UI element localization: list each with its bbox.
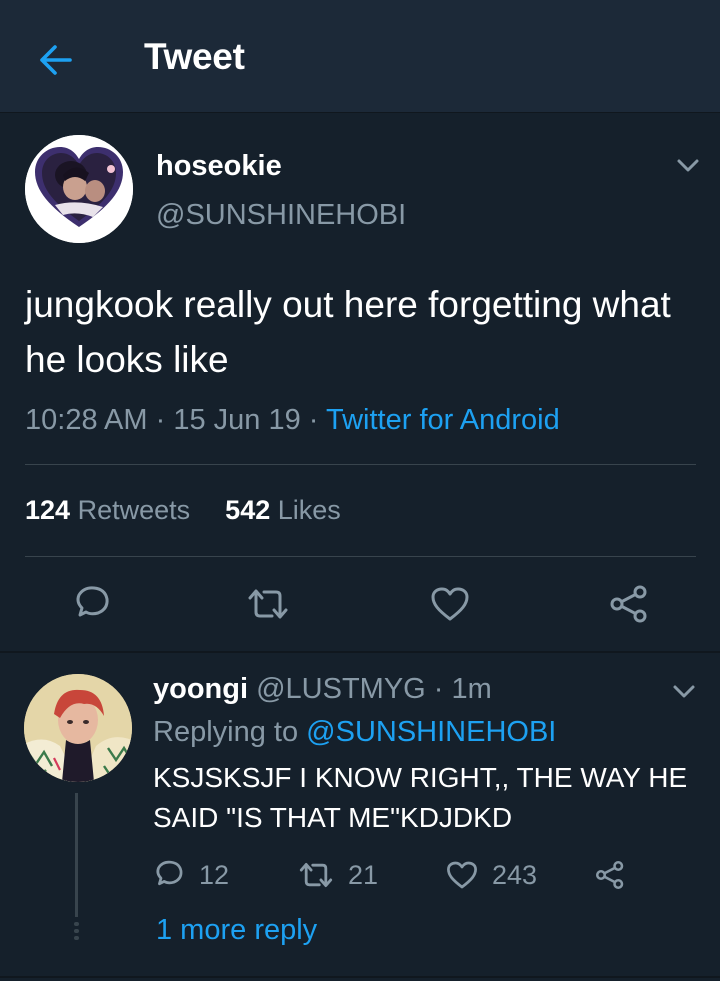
chevron-down-icon	[673, 685, 695, 698]
thread-dot	[74, 922, 79, 926]
retweet-icon	[299, 862, 333, 888]
reply-share-button[interactable]	[594, 855, 626, 895]
top-app-bar: Tweet	[0, 0, 720, 113]
reply-reply-count: 12	[199, 859, 230, 890]
reply-retweet-count: 21	[348, 859, 379, 890]
tweet-menu-button[interactable]	[676, 158, 700, 174]
retweets-count: 124	[25, 495, 71, 525]
section-divider	[0, 976, 720, 978]
reply-time: 1m	[451, 673, 492, 705]
author-handle[interactable]: @SUNSHINEHOBI	[156, 199, 406, 232]
likes-label: Likes	[277, 495, 341, 525]
reply-button[interactable]	[72, 584, 112, 629]
likes-count: 542	[225, 495, 271, 525]
author-display-name[interactable]: hoseokie	[156, 150, 282, 183]
replying-to: Replying to @SUNSHINEHOBI	[153, 716, 556, 749]
like-button[interactable]	[430, 586, 470, 627]
meta-separator: ·	[155, 404, 166, 436]
thread-dot	[74, 929, 79, 933]
section-divider	[0, 651, 720, 653]
more-replies-link[interactable]: 1 more reply	[156, 914, 317, 947]
heart-icon	[431, 587, 469, 621]
divider	[25, 556, 696, 557]
chevron-down-icon	[677, 159, 699, 172]
reply-photo-avatar	[24, 674, 132, 782]
reply-text: KSJSKSJF I KNOW RIGHT,, THE WAY HE SAID …	[153, 762, 688, 833]
reply-display-name[interactable]: yoongi	[153, 673, 248, 705]
retweets-label: Retweets	[77, 495, 191, 525]
tweet-text: jungkook really out here forgetting what…	[25, 284, 671, 380]
thread-line	[75, 793, 78, 917]
tweet-time: 10:28 AM	[25, 404, 148, 436]
reply-menu-button[interactable]	[672, 684, 696, 700]
reply-header: yoongi @LUSTMYG · 1m	[153, 673, 492, 706]
likes-stat[interactable]: 542 Likes	[225, 495, 341, 525]
reply-handle[interactable]: @LUSTMYG	[256, 673, 426, 705]
reply-icon	[156, 860, 183, 886]
retweet-icon	[248, 589, 288, 619]
share-icon	[610, 585, 647, 623]
reply-like-count: 243	[492, 859, 538, 890]
reply-like-button[interactable]: 243	[446, 855, 537, 895]
retweet-button[interactable]	[246, 586, 290, 627]
reply-author-avatar[interactable]	[24, 674, 132, 782]
back-button[interactable]	[36, 40, 76, 80]
share-button[interactable]	[608, 584, 650, 629]
share-icon	[595, 860, 624, 890]
engagement-stats: 124 Retweets 542 Likes	[25, 495, 341, 526]
reply-reply-button[interactable]: 12	[153, 855, 229, 895]
arrow-left-icon	[40, 45, 72, 75]
heart-photo-avatar	[25, 135, 133, 243]
thread-dot	[74, 936, 79, 940]
meta-separator: ·	[308, 404, 319, 436]
replying-to-handle[interactable]: @SUNSHINEHOBI	[306, 716, 556, 748]
page-title: Tweet	[144, 36, 245, 77]
tweet-date: 15 Jun 19	[173, 404, 301, 436]
reply-icon	[76, 586, 109, 617]
author-avatar[interactable]	[25, 135, 133, 243]
replying-to-label: Replying to	[153, 716, 299, 748]
tweet-metadata: 10:28 AM · 15 Jun 19 · Twitter for Andro…	[25, 404, 560, 437]
retweets-stat[interactable]: 124 Retweets	[25, 495, 190, 525]
reply-retweet-button[interactable]: 21	[298, 855, 378, 895]
reply-separator: ·	[433, 673, 444, 705]
heart-icon	[447, 861, 477, 889]
divider	[25, 464, 696, 465]
tweet-source-link[interactable]: Twitter for Android	[326, 404, 560, 436]
